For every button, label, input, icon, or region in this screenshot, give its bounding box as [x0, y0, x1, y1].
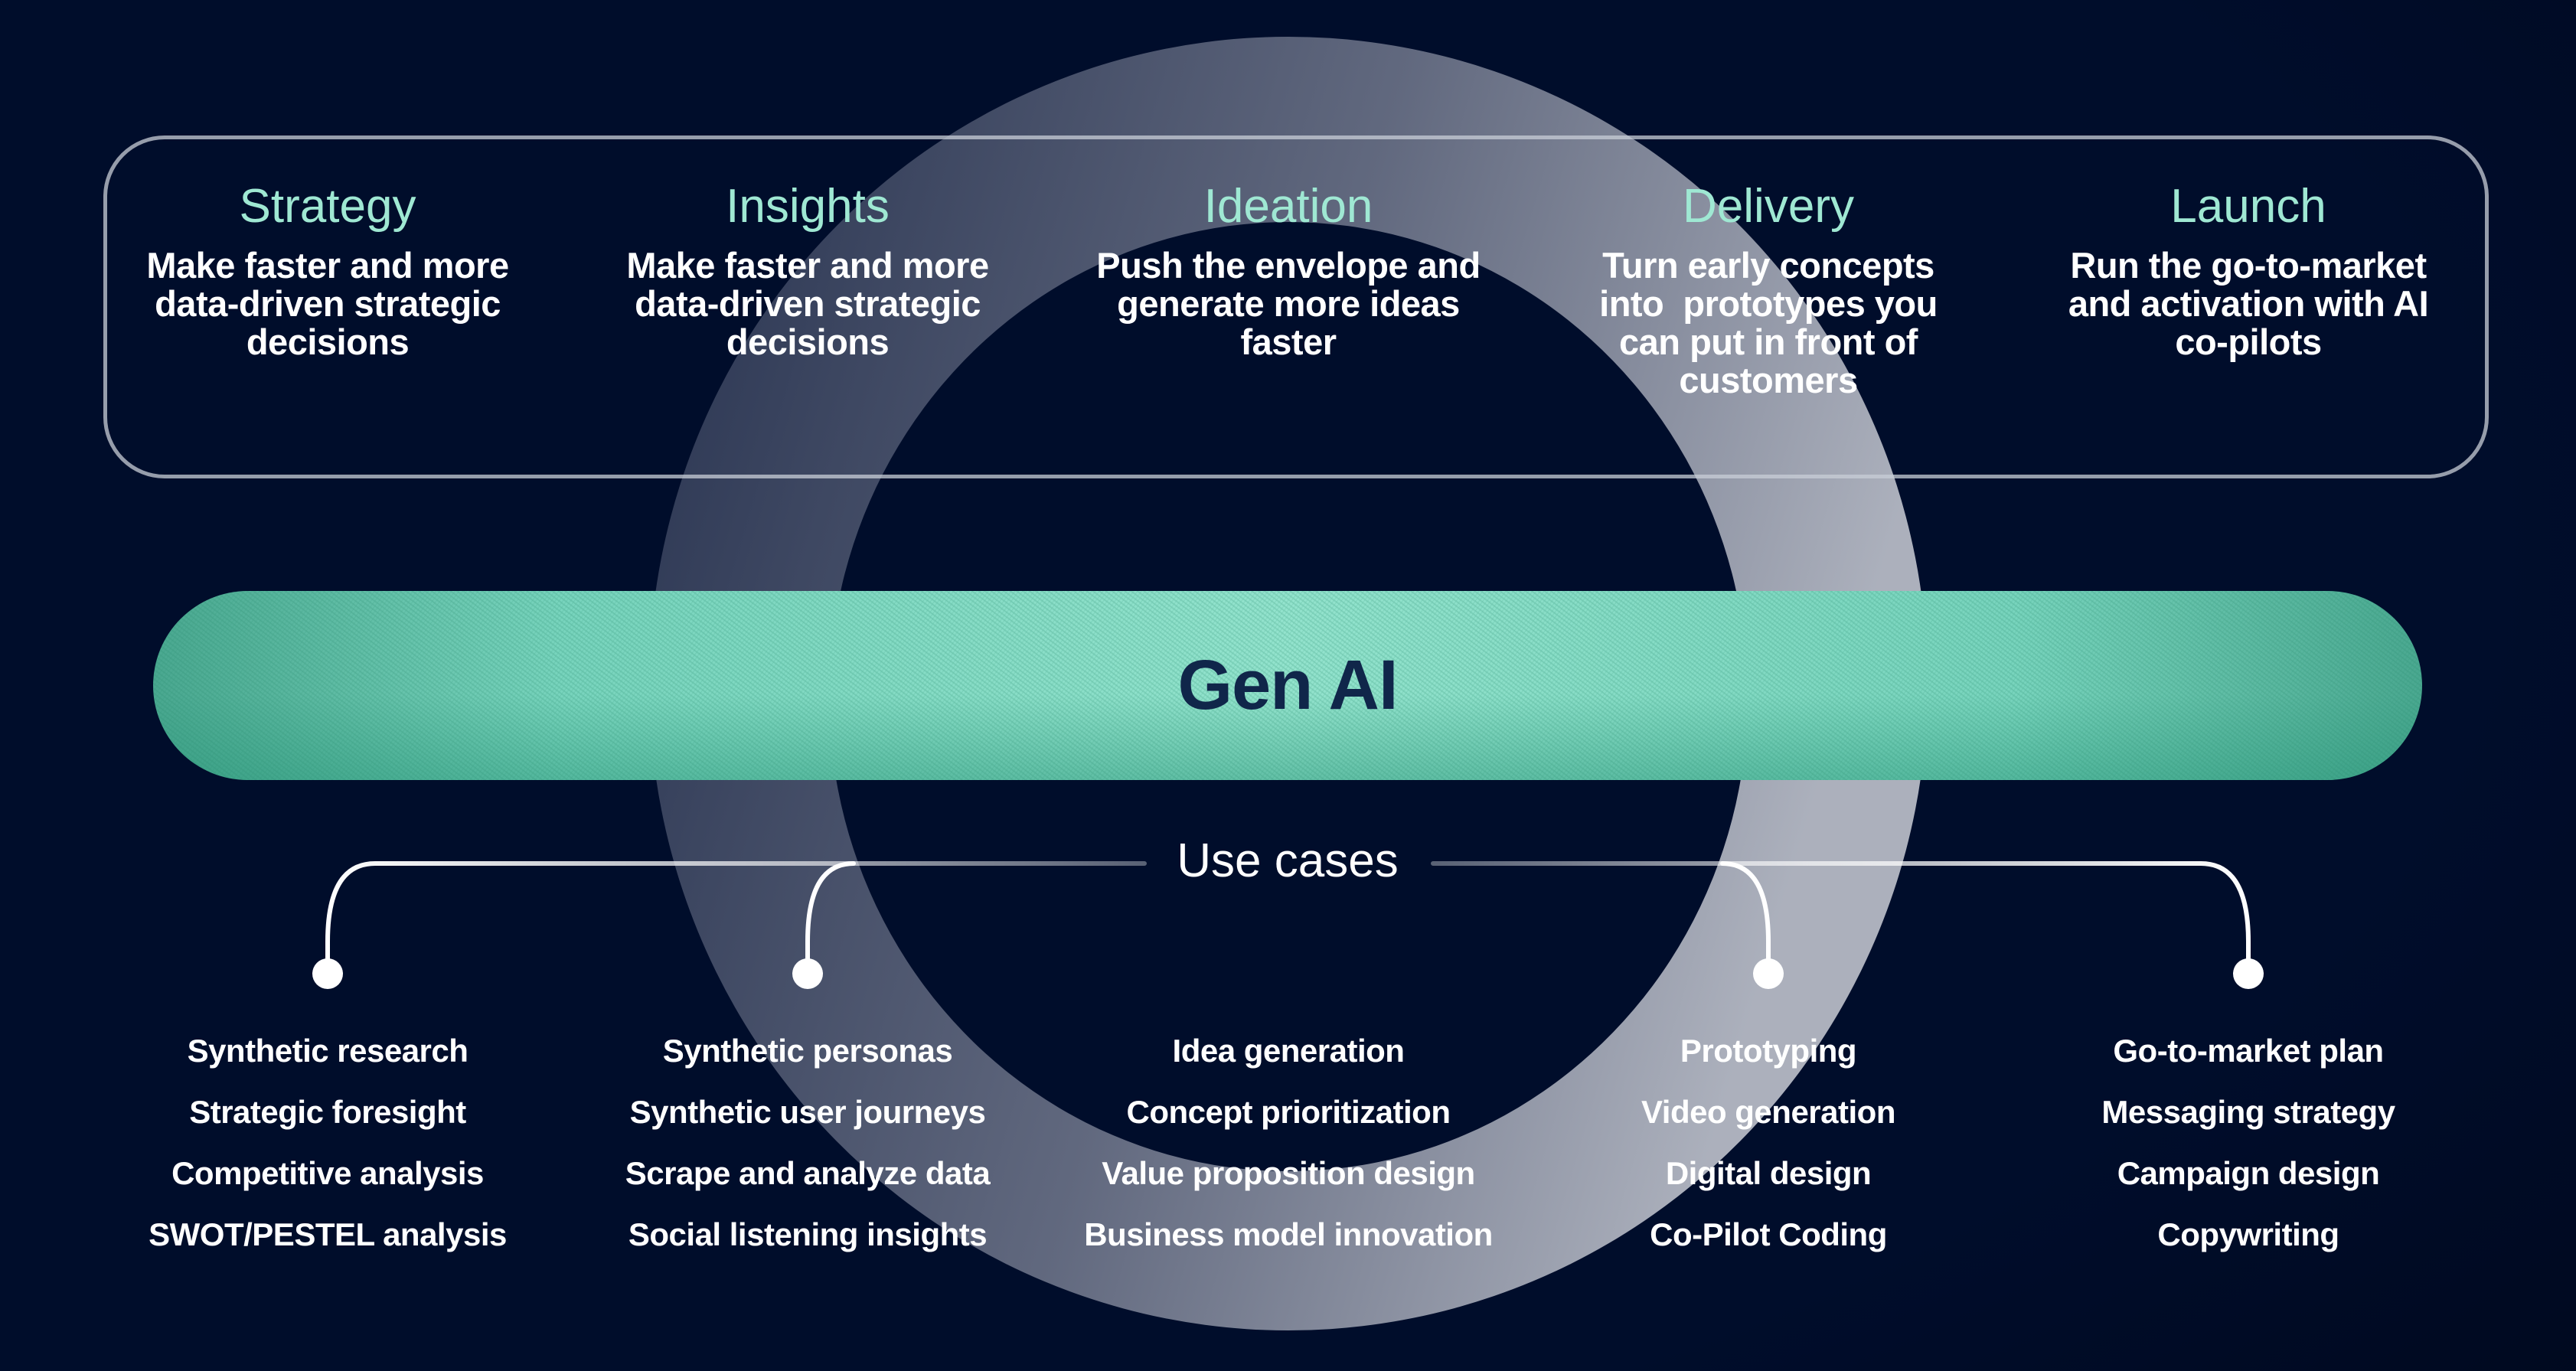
- use-case-item: Synthetic user journeys: [629, 1094, 986, 1130]
- use-case-column-insights: Synthetic personas Synthetic user journe…: [570, 1020, 1045, 1265]
- use-case-item: Social listening insights: [628, 1216, 988, 1252]
- use-case-item: Business model innovation: [1084, 1216, 1493, 1252]
- use-case-item: Synthetic personas: [662, 1033, 953, 1069]
- use-case-item: Campaign design: [2117, 1155, 2380, 1191]
- connector-line-delivery: [1720, 861, 1771, 974]
- connector-line-insights: [805, 861, 856, 974]
- use-case-item: Scrape and analyze data: [625, 1155, 991, 1191]
- use-case-column-ideation: Idea generation Concept prioritization V…: [1051, 1020, 1526, 1265]
- use-case-item: Concept prioritization: [1126, 1094, 1451, 1130]
- use-case-item: Copywriting: [2157, 1216, 2339, 1252]
- connector-line-right: [1431, 861, 2251, 974]
- connector-dot-insights: [792, 958, 823, 989]
- connector-dot-launch: [2233, 958, 2264, 989]
- connector-dot-delivery: [1753, 958, 1784, 989]
- use-case-item: Value proposition design: [1102, 1155, 1475, 1191]
- use-case-item: Competitive analysis: [171, 1155, 484, 1191]
- use-case-column-strategy: Synthetic research Strategic foresight C…: [90, 1020, 565, 1265]
- use-case-column-launch: Go-to-market plan Messaging strategy Cam…: [2011, 1020, 2486, 1265]
- use-case-column-delivery: Prototyping Video generation Digital des…: [1531, 1020, 2006, 1265]
- use-case-item: Co-Pilot Coding: [1650, 1216, 1887, 1252]
- use-case-item: SWOT/PESTEL analysis: [149, 1216, 507, 1252]
- use-case-item: Prototyping: [1680, 1033, 1857, 1069]
- use-case-item: Messaging strategy: [2101, 1094, 2395, 1130]
- connector-line-left: [325, 861, 1147, 974]
- use-case-item: Idea generation: [1172, 1033, 1405, 1069]
- use-case-item: Video generation: [1641, 1094, 1895, 1130]
- use-case-item: Strategic foresight: [189, 1094, 466, 1130]
- use-case-item: Go-to-market plan: [2113, 1033, 2384, 1069]
- use-cases-label: Use cases: [1177, 834, 1399, 887]
- use-case-item: Synthetic research: [187, 1033, 469, 1069]
- connector-dot-strategy: [312, 958, 343, 989]
- use-case-item: Digital design: [1665, 1155, 1872, 1191]
